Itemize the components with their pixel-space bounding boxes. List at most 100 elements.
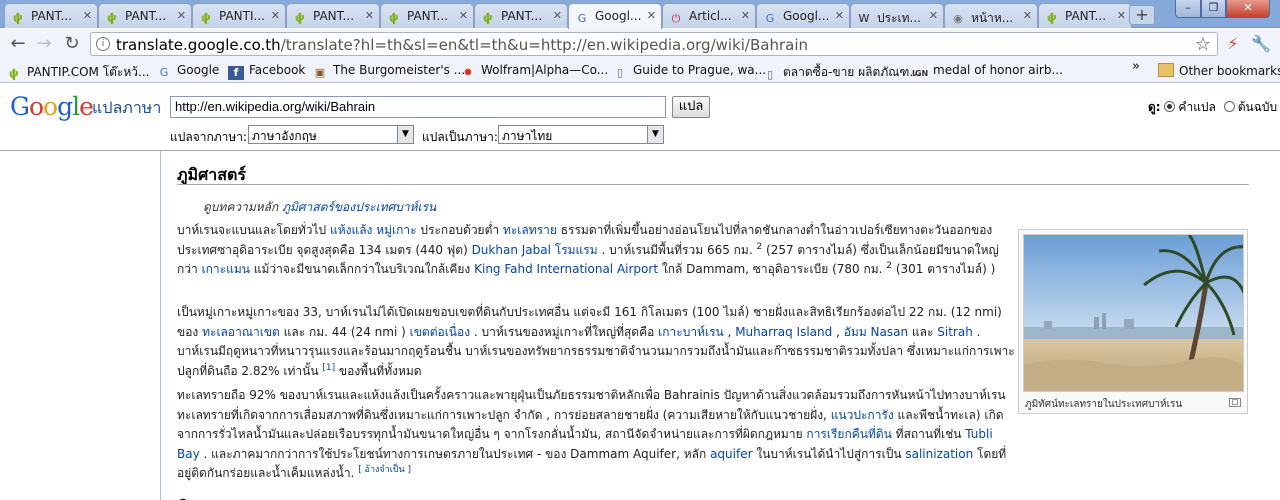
translate-button[interactable]: แปล	[672, 96, 710, 118]
article-link[interactable]: King Fahd International Airport	[474, 262, 658, 276]
citation-link[interactable]: [1]	[322, 363, 335, 373]
from-language-label: แปลจากภาษา:	[170, 130, 248, 144]
wrench-menu-icon[interactable]: 🔧	[1250, 33, 1272, 55]
close-tab-icon[interactable]: ✕	[459, 9, 468, 22]
article-link[interactable]: แห้งแล้ง หมู่เกาะ	[330, 223, 417, 237]
paragraph-text: ,	[723, 324, 736, 339]
tab-5[interactable]: 🌵 PANT... ✕	[474, 3, 568, 28]
bookmark-star-icon[interactable]: ☆	[1195, 34, 1211, 55]
bookmark-label: medal of honor airb...	[933, 63, 1063, 77]
bookmark-item[interactable]: 🌵 PANTIP.COM โต๊ะหว้...	[6, 63, 149, 82]
tab-3[interactable]: 🌵 PANT... ✕	[286, 3, 380, 28]
bookmark-label: PANTIP.COM โต๊ะหว้...	[27, 65, 150, 79]
paragraph-area: บาห์เรนจะแบนและโดยทั่วไป แห้งแล้ง หมู่เก…	[177, 221, 1015, 280]
close-tab-icon[interactable]: ✕	[1023, 9, 1032, 22]
tab-9[interactable]: W ประเท... ✕	[850, 3, 944, 28]
bookmark-label: Guide to Prague, wa...	[633, 63, 767, 77]
close-tab-icon[interactable]: ✕	[83, 9, 92, 22]
close-tab-icon[interactable]: ✕	[1117, 9, 1126, 22]
desert-landscape-image[interactable]	[1023, 234, 1244, 392]
paragraph-geography: เป็นหมู่เกาะหมู่เกาะของ 33, บาห์เรนไม่ได…	[177, 303, 1015, 381]
bookmark-item[interactable]: ▯ ตลาดซื้อ-ขาย ผลิตภัณฑ...	[762, 63, 921, 82]
view-translation-radio[interactable]	[1164, 101, 1176, 112]
close-tab-icon[interactable]: ✕	[647, 9, 656, 22]
tab-10[interactable]: ◉ หน้าห... ✕	[944, 3, 1038, 28]
close-tab-icon[interactable]: ✕	[271, 9, 280, 22]
tab-11[interactable]: 🌵 PANT... ✕	[1038, 3, 1132, 28]
close-tab-icon[interactable]: ✕	[835, 9, 844, 22]
tab-4[interactable]: 🌵 PANT... ✕	[380, 3, 474, 28]
forward-button[interactable]: →	[32, 32, 56, 56]
article-link[interactable]: เกาะบาห์เรน	[658, 325, 724, 339]
enlarge-icon[interactable]: □	[1229, 398, 1241, 407]
address-bar[interactable]: i translate.google.co.th/translate?hl=th…	[90, 32, 1218, 56]
google-icon: G	[159, 66, 169, 79]
bookmark-item[interactable]: G Google	[156, 63, 220, 80]
close-window-button[interactable]: ✕	[1226, 0, 1270, 18]
from-language-select[interactable]: ภาษาอังกฤษ ▼	[248, 125, 414, 144]
other-bookmarks-folder[interactable]: Other bookmarks	[1158, 63, 1280, 78]
article-link[interactable]: เขตต่อเนื่อง	[410, 325, 470, 339]
main-article-note: ดูบทความหลัก ภูมิศาสตร์ของประเทศบาห์เรน	[203, 198, 436, 217]
close-tab-icon[interactable]: ✕	[929, 9, 938, 22]
back-button[interactable]: ←	[6, 32, 30, 56]
close-tab-icon[interactable]: ✕	[553, 9, 562, 22]
article-link[interactable]: ทะเลทราย	[503, 223, 557, 237]
cactus-icon: 🌵	[1045, 12, 1059, 25]
cactus-icon: 🌵	[199, 12, 213, 25]
reload-button[interactable]: ↻	[60, 32, 84, 56]
bookmark-item[interactable]: ▯ Guide to Prague, wa...	[612, 63, 766, 80]
new-tab-button[interactable]: +	[1129, 5, 1155, 25]
tab-label: PANTI...	[219, 9, 265, 23]
power-icon: ⏻	[671, 12, 681, 25]
tab-0[interactable]: 🌵 PANT... ✕	[4, 3, 98, 28]
page-info-icon[interactable]: i	[96, 37, 110, 51]
article-link[interactable]: อัมม Nasan	[844, 325, 908, 339]
maximize-button[interactable]: ❐	[1201, 0, 1226, 18]
page-icon: ▯	[616, 66, 624, 79]
article-link[interactable]: การเรียกคืนที่ดิน	[806, 427, 891, 441]
tab-6[interactable]: G Googl... ✕	[568, 3, 662, 29]
article-link[interactable]: ทะเลอาณาเขต	[202, 325, 280, 339]
article-link[interactable]: Muharraq Island	[735, 325, 832, 339]
paragraph-text: . บาห์เรนของหมู่เกาะที่ใหญ่ที่สุดคือ	[470, 324, 659, 339]
bookmark-item[interactable]: ✹ Wolfram|Alpha—Co...	[460, 63, 608, 80]
bookmark-item[interactable]: IGN medal of honor airb...	[912, 63, 1063, 81]
article-link[interactable]: aquifer	[710, 447, 752, 461]
view-original-radio[interactable]	[1223, 101, 1235, 112]
tab-label: PANT...	[313, 9, 355, 23]
main-article-link[interactable]: ภูมิศาสตร์ของประเทศบาห์เรน	[282, 200, 436, 214]
to-language-select[interactable]: ภาษาไทย ▼	[498, 125, 664, 144]
tab-8[interactable]: G Googl... ✕	[756, 3, 850, 28]
tab-label: Googl...	[595, 9, 642, 23]
minimize-button[interactable]: –	[1175, 0, 1201, 18]
article-link[interactable]: เกาะแมน	[202, 262, 250, 276]
close-tab-icon[interactable]: ✕	[741, 9, 750, 22]
paragraph-text: และ	[908, 324, 938, 339]
view-translation-label: คำแปล	[1178, 100, 1216, 114]
folder-icon	[1158, 63, 1174, 77]
extension-flash-icon[interactable]: ⚡	[1222, 33, 1244, 55]
citation-link[interactable]: [ อ้างจำเป็น ]	[358, 465, 411, 475]
main-article-prefix: ดูบทความหลัก	[203, 200, 279, 214]
tab-1[interactable]: 🌵 PANT... ✕	[98, 3, 192, 28]
bookmark-item[interactable]: f Facebook	[228, 63, 305, 80]
bookmark-item[interactable]: ▣ The Burgomeister's ...	[312, 63, 465, 80]
google-logo[interactable]: Google	[10, 92, 94, 121]
paragraph-text: ประกอบด้วยต่ำ	[416, 223, 503, 237]
cactus-icon: 🌵	[387, 12, 401, 25]
tab-2[interactable]: 🌵 PANTI... ✕	[192, 3, 286, 28]
globe-icon: ◉	[953, 12, 963, 25]
article-link[interactable]: Sitrah	[937, 325, 973, 339]
paragraph-text: . บาห์เรนมีพื้นที่รวม 665 กม.	[597, 242, 757, 257]
bookmark-label: ตลาดซื้อ-ขาย ผลิตภัณฑ...	[783, 65, 921, 79]
close-tab-icon[interactable]: ✕	[365, 9, 374, 22]
article-link[interactable]: Dukhan Jabal โรมแรม	[472, 243, 598, 257]
article-link[interactable]: salinization	[905, 447, 973, 461]
close-tab-icon[interactable]: ✕	[177, 9, 186, 22]
bookmark-label: Wolfram|Alpha—Co...	[481, 63, 609, 77]
translate-url-input[interactable]: http://en.wikipedia.org/wiki/Bahrain	[170, 96, 666, 118]
bookmarks-overflow-chevron[interactable]: »	[1132, 59, 1140, 74]
tab-7[interactable]: ⏻ Articl... ✕	[662, 3, 756, 28]
article-link[interactable]: แนวปะการัง	[831, 408, 894, 422]
